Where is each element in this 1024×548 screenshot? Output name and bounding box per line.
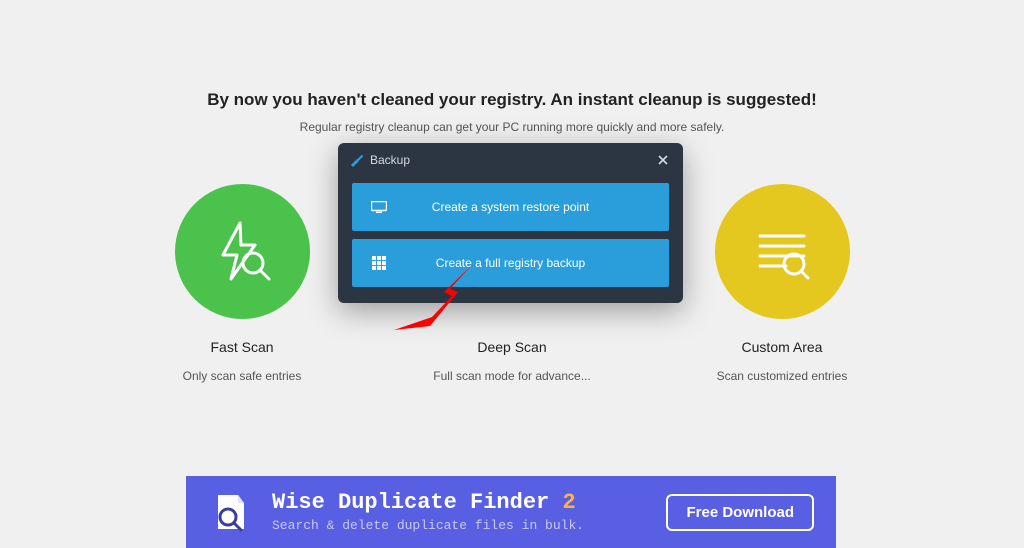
banner-app-icon	[208, 491, 250, 533]
custom-area-title: Custom Area	[742, 339, 823, 355]
banner-subtitle: Search & delete duplicate files in bulk.	[272, 518, 584, 533]
grid-icon	[372, 256, 386, 270]
monitor-icon	[371, 201, 387, 213]
custom-area-option[interactable]: Custom Area Scan customized entries	[692, 184, 872, 383]
fast-scan-circle	[175, 184, 310, 319]
banner-title: Wise Duplicate Finder 2	[272, 491, 584, 515]
promo-banner: Wise Duplicate Finder 2 Search & delete …	[186, 476, 836, 548]
create-full-backup-label: Create a full registry backup	[390, 256, 653, 270]
page-subhead: Regular registry cleanup can get your PC…	[300, 120, 725, 134]
fast-scan-title: Fast Scan	[210, 339, 273, 355]
close-icon	[658, 155, 668, 165]
list-search-icon	[746, 216, 818, 288]
custom-area-desc: Scan customized entries	[717, 369, 848, 383]
banner-title-part1: Wise Duplicate Finder	[272, 490, 562, 515]
free-download-button[interactable]: Free Download	[666, 494, 814, 531]
lightning-search-icon	[207, 217, 277, 287]
fast-scan-option[interactable]: Fast Scan Only scan safe entries	[152, 184, 332, 383]
custom-area-circle	[715, 184, 850, 319]
backup-dialog: Backup Create a system restore point	[338, 143, 683, 303]
backup-dialog-title: Backup	[370, 153, 410, 167]
page-headline: By now you haven't cleaned your registry…	[207, 90, 817, 110]
close-button[interactable]	[653, 150, 673, 170]
create-restore-point-button[interactable]: Create a system restore point	[352, 183, 669, 231]
banner-title-part2: 2	[562, 490, 575, 515]
broom-icon	[348, 152, 364, 168]
fast-scan-desc: Only scan safe entries	[183, 369, 302, 383]
backup-dialog-header: Backup	[338, 143, 683, 177]
deep-scan-desc: Full scan mode for advance...	[433, 369, 590, 383]
create-full-backup-button[interactable]: Create a full registry backup	[352, 239, 669, 287]
deep-scan-title: Deep Scan	[477, 339, 546, 355]
create-restore-point-label: Create a system restore point	[390, 200, 653, 214]
